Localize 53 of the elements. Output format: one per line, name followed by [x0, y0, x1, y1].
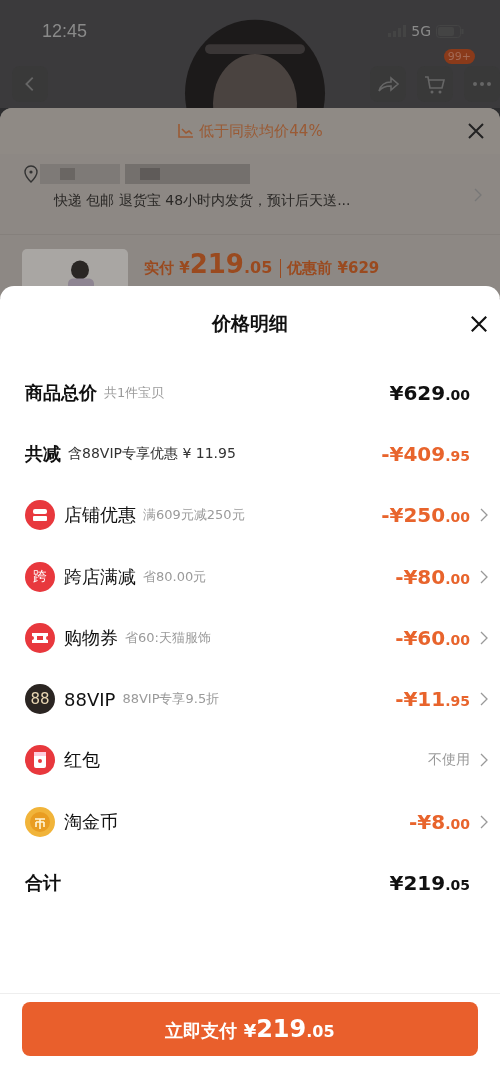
status-time: 12:45 — [42, 20, 88, 42]
row-label: 淘金币 — [64, 809, 118, 834]
coin-icon — [25, 806, 55, 837]
discount-value: -¥60.00 — [395, 625, 470, 650]
more-icon — [472, 81, 492, 87]
total-value: ¥219.05 — [389, 871, 470, 895]
row-label: 购物券 — [64, 625, 118, 650]
chevron-right-icon — [480, 569, 488, 584]
paid-price: 实付 ¥219.05 — [144, 249, 273, 279]
chevron-right-icon — [480, 692, 488, 707]
discount-value: -¥409.95 — [381, 441, 470, 466]
sheet-title: 价格明细 — [212, 311, 288, 336]
discount-row[interactable]: 淘金币 -¥8.00 — [0, 791, 500, 853]
chevron-right-icon — [480, 753, 488, 768]
usage-status: 不使用 — [428, 751, 470, 770]
delivery-info: 快递 包邮 退货宝 48小时内发货，预计后天送... — [54, 192, 352, 210]
envelope-icon — [25, 745, 55, 776]
discount-row[interactable]: 88 88VIP 88VIP专享9.5折 -¥11.95 — [0, 668, 500, 730]
discount-value: -¥80.00 — [395, 564, 470, 589]
row-label: 店铺优惠 — [64, 503, 136, 528]
row-label: 商品总价 — [25, 380, 97, 405]
discount-value: -¥250.00 — [381, 503, 470, 528]
discount-row[interactable]: 跨 跨店满减 省80.00元 -¥80.00 — [0, 545, 500, 608]
close-button[interactable] — [470, 315, 488, 333]
network-label: 5G — [411, 23, 431, 39]
row-label: 共减 — [25, 441, 61, 466]
row-note: 88VIP专享9.5折 — [122, 690, 220, 709]
discount-value: -¥11.95 — [395, 687, 470, 712]
discount-row[interactable]: 购物券 省60:天猫服饰 -¥60.00 — [0, 607, 500, 669]
vip-badge: 88 — [25, 684, 55, 715]
trend-down-icon — [177, 123, 196, 139]
row-note: 共1件宝贝 — [104, 383, 165, 402]
total-label: 合计 — [25, 871, 61, 895]
chevron-right-icon — [480, 630, 488, 645]
ticket-icon — [25, 622, 55, 653]
location-pin-icon — [24, 165, 38, 183]
discount-value: -¥8.00 — [409, 809, 470, 834]
cross-store-badge: 跨 — [25, 561, 55, 592]
row-label: 红包 — [64, 748, 100, 773]
original-price: 优惠前 ¥629 — [280, 259, 380, 278]
chevron-right-icon — [480, 508, 488, 523]
shop-icon — [25, 500, 55, 531]
row-label: 跨店满减 — [64, 564, 136, 589]
discount-row[interactable]: 红包 不使用 — [0, 729, 500, 792]
row-label: 88VIP — [64, 688, 116, 710]
price-comparison-text: 低于同款均价44% — [199, 121, 323, 141]
discount-row[interactable]: 店铺优惠 满609元减250元 -¥250.00 — [0, 484, 500, 546]
row-note: 满609元减250元 — [143, 506, 245, 525]
row-note: 省80.00元 — [143, 567, 207, 586]
price-value: ¥629.00 — [389, 380, 470, 405]
row-note: 省60:天猫服饰 — [125, 628, 211, 647]
chevron-right-icon — [480, 814, 488, 829]
row-note: 含88VIP专享优惠 ¥ 11.95 — [68, 444, 236, 463]
